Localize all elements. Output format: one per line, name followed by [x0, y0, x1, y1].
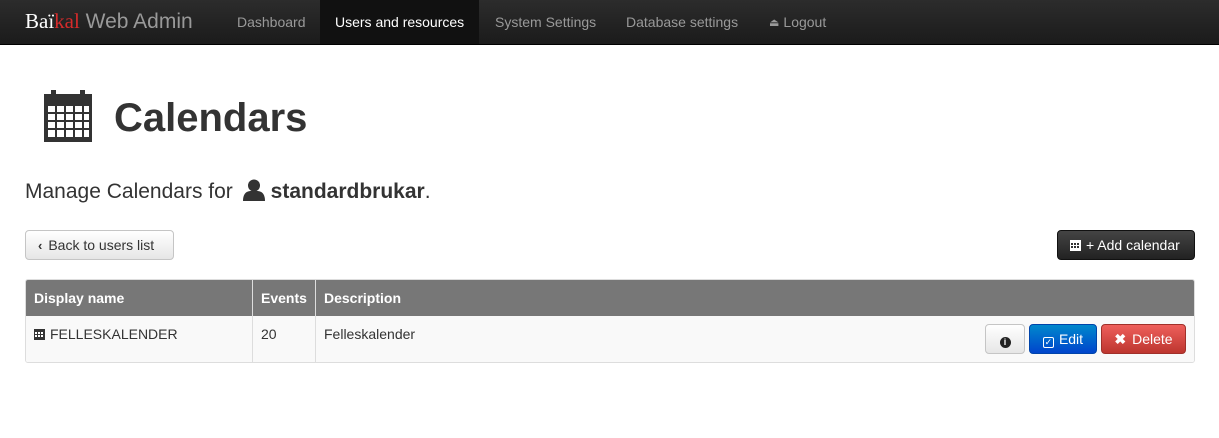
- table-header: Display name Events Description: [26, 280, 1194, 316]
- nav-logout[interactable]: ⏏ Logout: [754, 0, 841, 44]
- brand-part-1: Baï: [25, 9, 55, 33]
- nav-logout-label: Logout: [783, 14, 827, 30]
- back-to-users-button[interactable]: ‹ Back to users list: [25, 230, 174, 260]
- cell-display-name: FELLESKALENDER: [26, 316, 252, 362]
- user-icon: [242, 179, 266, 208]
- calendar-icon: [44, 90, 92, 145]
- subtitle-suffix: .: [424, 180, 431, 203]
- close-icon: ✖: [1114, 331, 1127, 347]
- page-title: Calendars: [114, 96, 308, 140]
- nav-database-settings[interactable]: Database settings: [611, 0, 753, 44]
- edit-button-label: Edit: [1058, 331, 1084, 347]
- delete-button-label: Delete: [1132, 331, 1173, 347]
- back-button-label: Back to users list: [48, 237, 155, 253]
- calendar-icon: [1070, 232, 1081, 260]
- info-button[interactable]: i: [985, 324, 1025, 354]
- brand-part-2: kal: [54, 9, 80, 33]
- page-subtitle: Manage Calendars for standardbrukar.: [25, 179, 431, 208]
- eject-icon: ⏏: [769, 17, 780, 29]
- edit-icon: ✓: [1042, 337, 1054, 348]
- nav-system-label: System Settings: [495, 14, 597, 30]
- top-navbar: Baïkal Web Admin Dashboard Users and res…: [0, 0, 1219, 45]
- calendars-table: Display name Events Description FELLESKA…: [25, 279, 1195, 363]
- cell-description: Felleskalender: [324, 326, 416, 342]
- brand-part-3: Web Admin: [79, 10, 193, 33]
- delete-button[interactable]: ✖ Delete: [1101, 324, 1186, 354]
- add-button-label: + Add calendar: [1086, 237, 1180, 253]
- table-row: FELLESKALENDER 20 Felleskalender i ✓ Edit…: [26, 316, 1194, 362]
- header-events: Events: [261, 290, 307, 306]
- nav-users-and-resources[interactable]: Users and resources: [320, 0, 480, 44]
- nav-dashboard-label: Dashboard: [237, 14, 306, 30]
- header-display-name: Display name: [34, 290, 125, 306]
- calendar-display-name: FELLESKALENDER: [50, 326, 178, 342]
- calendar-icon: [34, 327, 45, 343]
- nav-dashboard[interactable]: Dashboard: [222, 0, 321, 44]
- nav-database-label: Database settings: [626, 14, 739, 30]
- nav-system-settings[interactable]: System Settings: [480, 0, 611, 44]
- chevron-left-icon: ‹: [38, 238, 43, 253]
- info-icon: i: [999, 337, 1011, 348]
- brand-logo[interactable]: Baïkal Web Admin: [25, 9, 193, 34]
- edit-button[interactable]: ✓ Edit: [1029, 324, 1097, 354]
- nav-users-label: Users and resources: [335, 14, 465, 30]
- header-description: Description: [324, 290, 402, 306]
- add-calendar-button[interactable]: + Add calendar: [1057, 230, 1195, 260]
- subtitle-prefix: Manage Calendars for: [25, 180, 233, 203]
- cell-events: 20: [261, 326, 277, 342]
- subtitle-username: standardbrukar: [270, 180, 425, 203]
